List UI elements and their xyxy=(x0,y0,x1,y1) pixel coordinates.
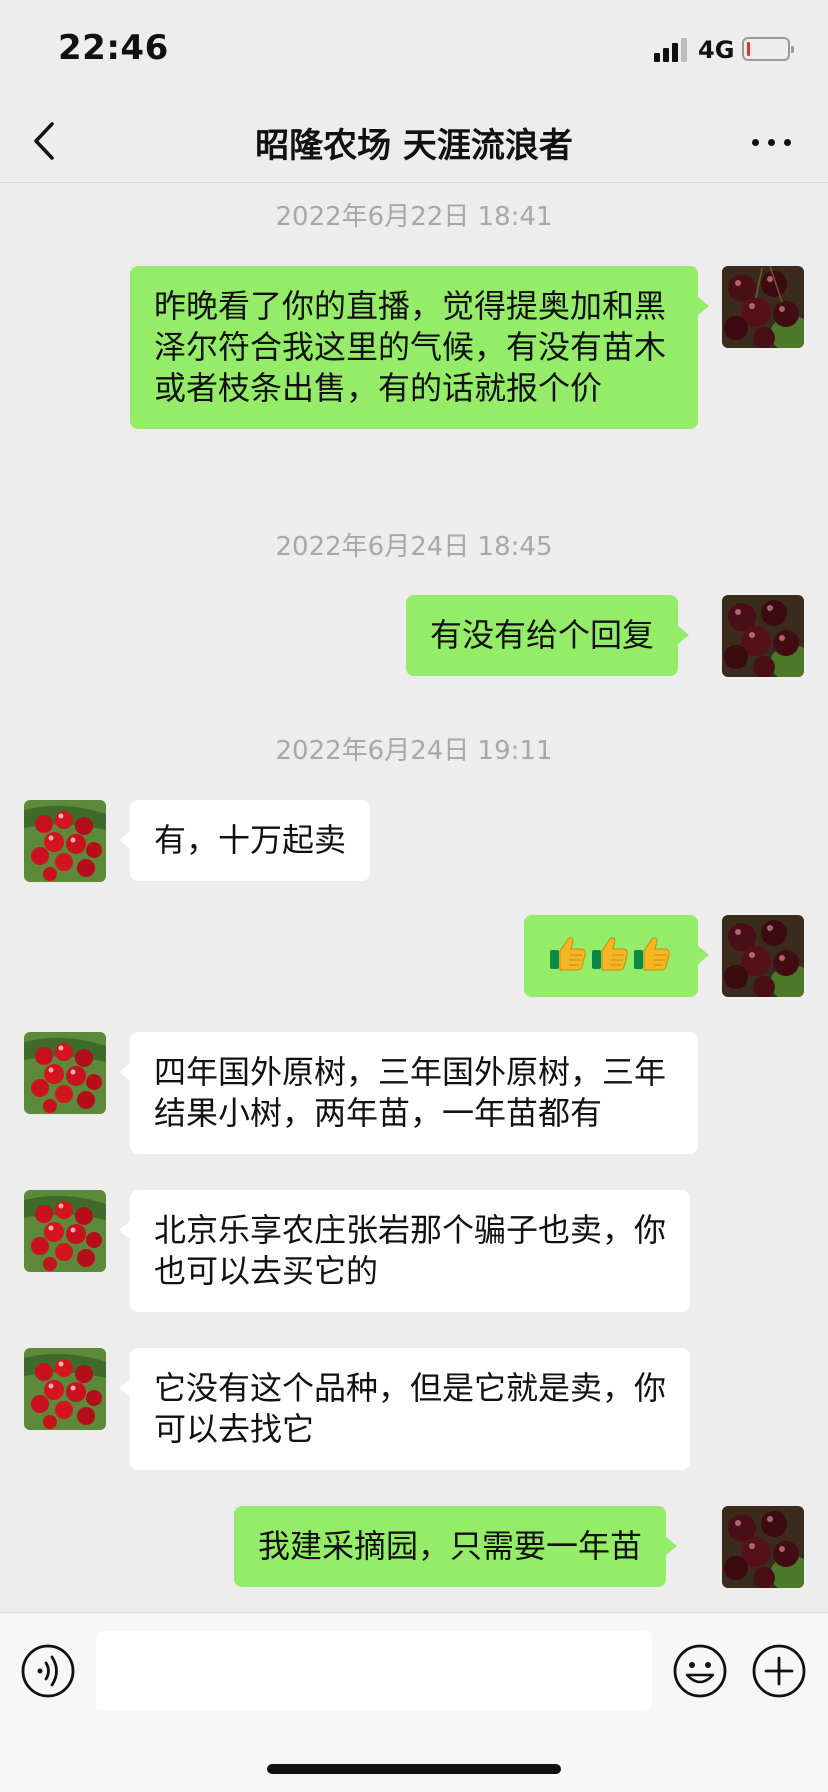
more-button[interactable] xyxy=(750,124,794,158)
dark-cherries-avatar-image xyxy=(722,915,804,997)
red-cherries-avatar-image xyxy=(24,800,106,882)
thumbs-up-icon xyxy=(550,937,586,971)
received-message-bubble[interactable]: 它没有这个品种，但是它就是卖，你可以去找它 xyxy=(119,1348,690,1470)
battery-icon xyxy=(742,37,794,61)
my-avatar[interactable] xyxy=(722,1506,804,1588)
contact-avatar[interactable] xyxy=(24,1348,106,1430)
plus-icon xyxy=(752,1644,806,1698)
battery-level xyxy=(747,42,750,56)
emoji-icon xyxy=(673,1644,727,1698)
message-input[interactable] xyxy=(96,1631,652,1711)
dark-cherries-avatar-image xyxy=(722,595,804,677)
signal-icon xyxy=(654,36,688,62)
sent-message-bubble[interactable]: 有没有给个回复 xyxy=(406,595,690,676)
chat-header: 昭隆农场 天涯流浪者 xyxy=(0,100,828,183)
voice-button[interactable] xyxy=(20,1643,76,1699)
emoji-button[interactable] xyxy=(672,1643,728,1699)
contact-avatar[interactable] xyxy=(24,1190,106,1272)
received-message-bubble[interactable]: 四年国外原树，三年国外原树，三年结果小树，两年苗，一年苗都有 xyxy=(119,1032,698,1154)
my-avatar[interactable] xyxy=(722,266,804,348)
contact-avatar[interactable] xyxy=(24,1032,106,1114)
red-cherries-avatar-image xyxy=(24,1032,106,1114)
chat-input-bar xyxy=(0,1612,828,1792)
received-message-bubble[interactable]: 有，十万起卖 xyxy=(118,800,371,881)
sent-message-bubble[interactable]: 我建采摘园，只需要一年苗 xyxy=(234,1506,678,1587)
received-message-bubble[interactable]: 北京乐享农庄张岩那个骗子也卖，你也可以去买它的 xyxy=(119,1190,690,1312)
red-cherries-avatar-image xyxy=(24,1190,106,1272)
red-cherries-avatar-image xyxy=(24,1348,106,1430)
thumbs-up-icon xyxy=(592,937,628,971)
status-time: 22:46 xyxy=(58,28,169,68)
chat-title: 昭隆农场 天涯流浪者 xyxy=(255,126,573,166)
my-avatar[interactable] xyxy=(722,915,804,997)
my-avatar[interactable] xyxy=(722,595,804,677)
network-label: 4G xyxy=(698,36,735,64)
message-timestamp: 2022年6月22日 18:41 xyxy=(275,202,553,232)
status-bar: 22:46 4G xyxy=(0,0,828,100)
sent-emoji-bubble[interactable] xyxy=(524,915,709,997)
home-indicator xyxy=(267,1764,561,1774)
more-functions-button[interactable] xyxy=(751,1643,807,1699)
contact-avatar[interactable] xyxy=(24,800,106,882)
dark-cherries-avatar-image xyxy=(722,1506,804,1588)
dark-cherries-avatar-image xyxy=(722,266,804,348)
thumbs-up-group xyxy=(548,932,674,971)
thumbs-up-icon xyxy=(634,937,670,971)
message-timestamp: 2022年6月24日 18:45 xyxy=(275,532,553,562)
voice-icon xyxy=(21,1644,75,1698)
message-timestamp: 2022年6月24日 19:11 xyxy=(275,736,553,766)
sent-message-bubble[interactable]: 昨晚看了你的直播，觉得提奥加和黑泽尔符合我这里的气候，有没有苗木或者枝条出售，有… xyxy=(130,266,709,429)
